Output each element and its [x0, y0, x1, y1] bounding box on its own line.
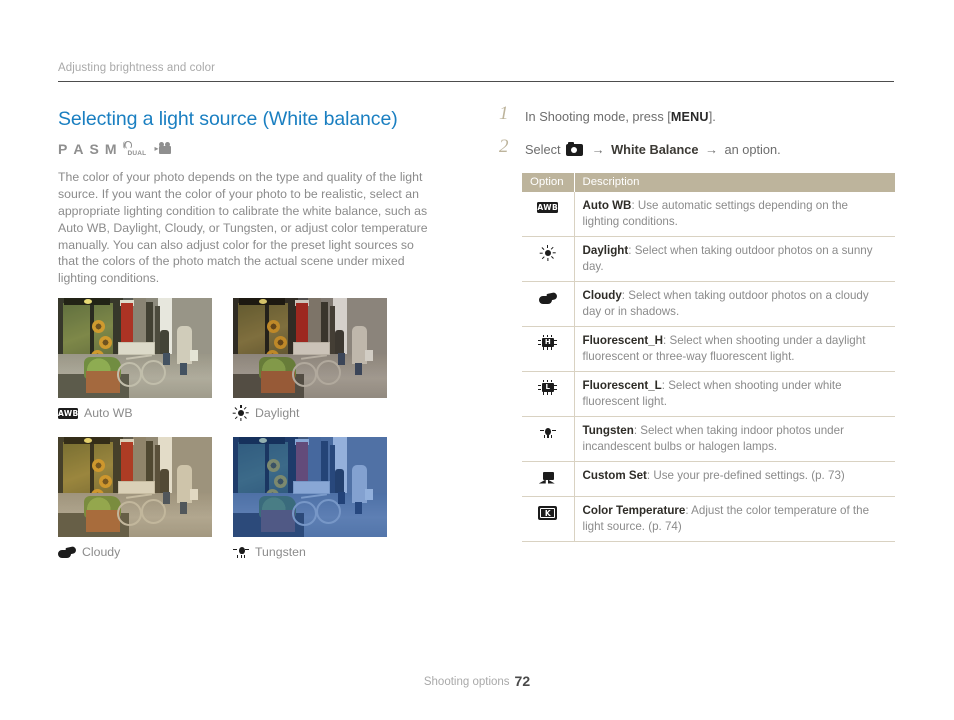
table-cell-description: Cloudy: Select when taking outdoor photo… — [574, 281, 895, 327]
mode-letter-p: P — [58, 141, 68, 158]
photo-caption-label: Tungsten — [255, 545, 306, 559]
custom-set-icon — [538, 471, 557, 485]
camera-menu-icon — [566, 142, 584, 156]
table-cell-description: Fluorescent_L: Select when shooting unde… — [574, 371, 895, 417]
daylight-icon — [539, 244, 556, 261]
fluorescent-l-icon: L — [538, 379, 558, 395]
photo-caption-daylight: Daylight — [232, 404, 387, 422]
step-text-pre: In Shooting mode, press [ — [525, 109, 671, 124]
running-head: Adjusting brightness and color — [58, 62, 894, 82]
photo-caption-cloudy: Cloudy — [58, 543, 212, 561]
table-row: AWB Auto WB: Use automatic settings depe… — [522, 192, 895, 237]
table-cell-icon: L — [522, 371, 575, 417]
photo-caption-tungsten: Tungsten — [233, 543, 387, 561]
sample-photo-daylight: Daylight — [232, 298, 387, 422]
mode-letter-s: S — [89, 141, 99, 158]
fluorescent-h-icon: H — [538, 334, 558, 350]
photo-caption-label: Cloudy — [82, 545, 121, 559]
photo-caption-label: Auto WB — [84, 406, 133, 420]
step-text-post: an option. — [724, 142, 781, 157]
manual-page: Adjusting brightness and color Selecting… — [0, 0, 954, 720]
option-description: : Use your pre-defined settings. (p. 73) — [646, 469, 845, 482]
option-name: Color Temperature — [582, 504, 686, 517]
right-column: 1 In Shooting mode, press [MENU]. 2 Sele… — [497, 103, 897, 163]
table-row: Tungsten: Select when taking indoor phot… — [522, 416, 895, 462]
table-cell-description: Daylight: Select when taking outdoor pho… — [574, 236, 895, 282]
daylight-icon — [232, 405, 249, 421]
page-number: 72 — [514, 673, 531, 689]
table-cell-description: Tungsten: Select when taking indoor phot… — [574, 416, 895, 462]
movie-icon: ▸ — [154, 142, 174, 156]
sample-photo-row: AWB Auto WB Daylight — [58, 298, 398, 422]
option-description: : Select when taking outdoor photos on a… — [582, 289, 869, 318]
table-cell-icon — [522, 461, 575, 497]
tungsten-icon — [539, 426, 556, 440]
step-number: 2 — [499, 136, 509, 157]
table-cell-description: Custom Set: Use your pre-defined setting… — [574, 461, 895, 497]
table-row: L Fluorescent_L: Select when shooting un… — [522, 371, 895, 417]
photo-caption-label: Daylight — [255, 406, 300, 420]
column-header-option: Option — [522, 173, 575, 192]
sample-photo-grid: AWB Auto WB Daylight Cloudy Tungsten — [58, 298, 398, 561]
section-body-text: The color of your photo depends on the t… — [58, 170, 428, 286]
table-cell-icon — [522, 236, 575, 282]
step-text-post: ]. — [708, 109, 716, 124]
table-row: Daylight: Select when taking outdoor pho… — [522, 236, 895, 282]
step-number: 1 — [499, 103, 509, 124]
photo-image-tungsten — [233, 437, 387, 537]
table-cell-icon: H — [522, 326, 575, 372]
dual-is-icon: (( DUAL — [122, 141, 147, 158]
white-balance-options-table: Option Description AWB Auto WB: Use auto… — [522, 173, 895, 542]
auto-wb-icon: AWB — [58, 407, 79, 419]
photo-caption-auto-wb: AWB Auto WB — [58, 404, 212, 422]
table-cell-description: Fluorescent_H: Select when shooting unde… — [574, 326, 895, 372]
sample-photo-cloudy: Cloudy — [58, 437, 212, 561]
page-footer: Shooting options 72 — [0, 673, 954, 689]
option-name: Cloudy — [582, 289, 622, 302]
table-header-row: Option Description — [522, 173, 895, 192]
step-2: 2 Select → White Balance → an option. — [497, 136, 897, 163]
table-cell-description: Auto WB: Use automatic settings dependin… — [574, 192, 895, 237]
option-name: Custom Set — [582, 469, 647, 482]
table-row: Cloudy: Select when taking outdoor photo… — [522, 281, 895, 327]
sample-photo-auto-wb: AWB Auto WB — [58, 298, 212, 422]
color-temperature-icon: K — [538, 505, 558, 520]
photo-image-cloudy — [58, 437, 212, 537]
tungsten-icon — [233, 545, 249, 559]
table-cell-icon — [522, 416, 575, 462]
option-name: Daylight — [582, 244, 629, 257]
auto-wb-icon: AWB — [537, 202, 559, 213]
mode-letter-a: A — [73, 141, 84, 158]
option-name: Fluorescent_H — [582, 334, 664, 347]
page-title: Selecting a light source (White balance) — [58, 108, 398, 130]
mode-letter-m: M — [104, 141, 117, 158]
option-name: Fluorescent_L — [582, 379, 662, 392]
table-row: H Fluorescent_H: Select when shooting un… — [522, 326, 895, 372]
photo-image-auto-wb — [58, 298, 212, 398]
sample-photo-tungsten: Tungsten — [233, 437, 387, 561]
sample-photo-row: Cloudy Tungsten — [58, 437, 398, 561]
menu-button-label: MENU — [670, 110, 709, 124]
table-cell-icon: AWB — [522, 192, 575, 237]
arrow-icon: → — [705, 142, 718, 157]
footer-label: Shooting options — [423, 676, 510, 688]
photo-image-daylight — [233, 298, 387, 398]
shooting-mode-strip: P A S M (( DUAL ▸ — [58, 138, 458, 158]
left-column: Selecting a light source (White balance)… — [58, 108, 458, 287]
table-cell-description: Color Temperature: Adjust the color temp… — [574, 496, 895, 542]
step-text-pre: Select — [525, 142, 561, 157]
option-name: Tungsten — [582, 424, 634, 437]
cloudy-icon — [538, 291, 558, 304]
table-cell-icon — [522, 281, 575, 327]
step-1: 1 In Shooting mode, press [MENU]. — [497, 103, 897, 130]
option-name: Auto WB — [582, 199, 632, 212]
arrow-icon: → — [591, 142, 605, 157]
table-cell-icon: K — [522, 496, 575, 542]
table-row: K Color Temperature: Adjust the color te… — [522, 496, 895, 542]
white-balance-menu-label: White Balance — [611, 142, 699, 157]
cloudy-icon — [58, 546, 77, 558]
table-row: Custom Set: Use your pre-defined setting… — [522, 461, 895, 497]
column-header-description: Description — [574, 173, 895, 192]
